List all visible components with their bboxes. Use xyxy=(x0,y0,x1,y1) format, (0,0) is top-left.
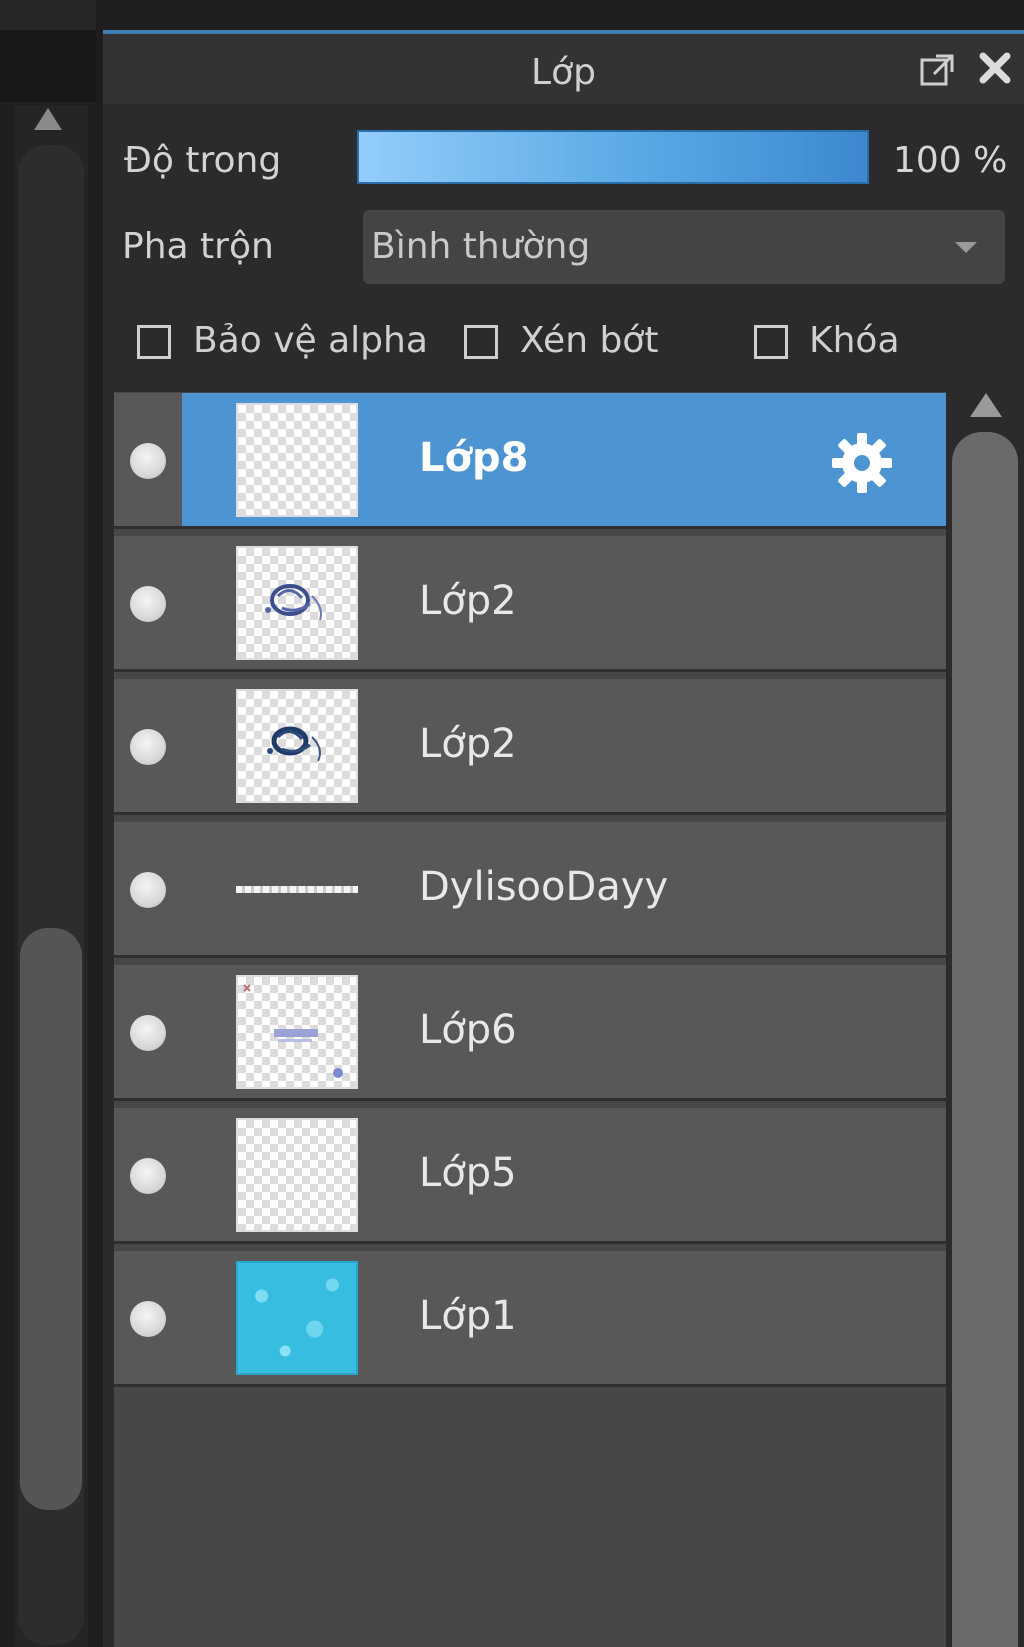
visibility-toggle[interactable] xyxy=(130,872,166,908)
gear-icon[interactable] xyxy=(830,431,894,495)
layer-row[interactable]: Lớp6 xyxy=(114,965,946,1101)
alpha-protect-label: Bảo vệ alpha xyxy=(193,320,428,361)
blend-mode-label: Pha trộn xyxy=(122,226,274,267)
layer-row[interactable]: Lớp5 xyxy=(114,1108,946,1244)
opacity-label: Độ trong xyxy=(124,140,282,181)
layer-row[interactable]: Lớp2 xyxy=(114,536,946,672)
layer-thumbnail xyxy=(236,403,358,517)
layer-thumbnail xyxy=(236,1118,358,1232)
sketch-thumbnail-art xyxy=(265,584,322,621)
lock-checkbox[interactable] xyxy=(754,325,788,359)
layer-name: Lớp6 xyxy=(419,1007,517,1053)
visibility-toggle[interactable] xyxy=(130,1015,166,1051)
layer-name: Lớp8 xyxy=(419,435,529,481)
layer-name: Lớp2 xyxy=(419,578,517,624)
opacity-value: 100 % xyxy=(893,140,1008,181)
layer-name: Lớp5 xyxy=(419,1150,517,1196)
layer-row[interactable]: Lớp1 xyxy=(114,1251,946,1387)
layer-name: Lớp1 xyxy=(419,1293,517,1339)
sketch-thumbnail-art xyxy=(267,726,321,762)
layer-row[interactable]: Lớp2 xyxy=(114,679,946,815)
blend-mode-dropdown[interactable]: Bình thường xyxy=(363,210,1005,284)
text-thumbnail-art xyxy=(243,984,343,1078)
line-thumbnail-art xyxy=(236,886,358,893)
layer-thumbnail xyxy=(236,832,358,946)
lock-label: Khóa xyxy=(809,320,900,361)
layer-row[interactable]: Lớp8 xyxy=(114,393,946,529)
chevron-down-icon xyxy=(955,242,977,253)
visibility-toggle[interactable] xyxy=(130,1158,166,1194)
popout-icon[interactable] xyxy=(920,52,956,86)
layer-name: DylisooDayy xyxy=(419,864,669,910)
layer-thumbnail xyxy=(236,975,358,1089)
alpha-protect-checkbox[interactable] xyxy=(137,325,171,359)
left-header-band xyxy=(0,30,96,102)
panel-title: Lớp xyxy=(531,52,596,93)
clipping-label: Xén bớt xyxy=(520,320,659,361)
left-topbar xyxy=(0,0,96,30)
clipping-checkbox[interactable] xyxy=(464,325,498,359)
left-scroll-up-arrow-icon[interactable] xyxy=(34,108,62,130)
visibility-toggle[interactable] xyxy=(130,443,166,479)
layer-thumbnail xyxy=(236,689,358,803)
layer-list-scrollbar-thumb[interactable] xyxy=(952,432,1018,1647)
blend-mode-value: Bình thường xyxy=(371,226,591,267)
visibility-toggle[interactable] xyxy=(130,1301,166,1337)
layer-row[interactable]: DylisooDayy xyxy=(114,822,946,958)
layer-thumbnail xyxy=(236,546,358,660)
scroll-up-arrow-icon[interactable] xyxy=(970,393,1002,417)
visibility-toggle[interactable] xyxy=(130,729,166,765)
layer-thumbnail xyxy=(236,1261,358,1375)
visibility-toggle[interactable] xyxy=(130,586,166,622)
left-scrollbar-thumb[interactable] xyxy=(20,928,82,1510)
panel-titlebar: Lớp xyxy=(103,34,1024,104)
close-icon[interactable] xyxy=(975,48,1015,88)
opacity-slider[interactable] xyxy=(357,130,869,184)
layer-name: Lớp2 xyxy=(419,721,517,767)
